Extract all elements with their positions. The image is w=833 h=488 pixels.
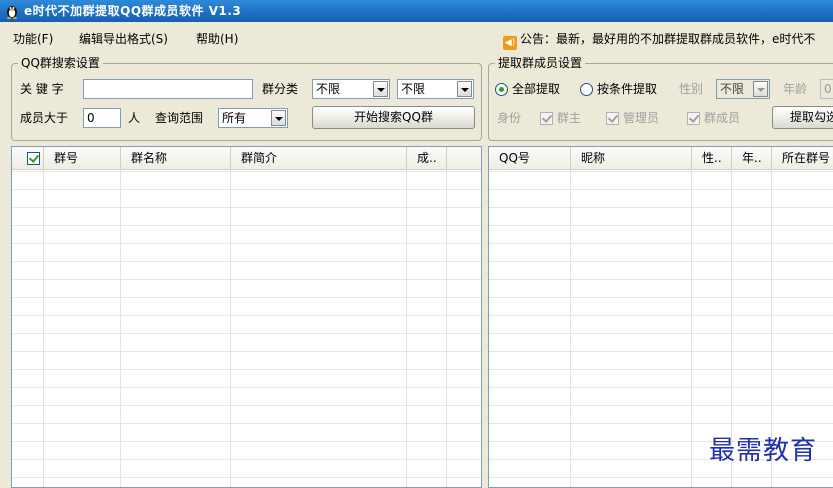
admin-checkbox[interactable]	[606, 112, 619, 125]
column-qq-number[interactable]: QQ号	[489, 147, 571, 169]
column-source-group[interactable]: 所在群号	[772, 147, 833, 169]
category-label: 群分类	[262, 82, 299, 96]
admin-label: 管理员	[623, 111, 660, 125]
category-select-1[interactable]: 不限	[312, 79, 390, 99]
gender-select-value: 不限	[720, 82, 745, 96]
chevron-down-icon[interactable]	[373, 81, 388, 97]
gender-select[interactable]: 不限	[716, 79, 770, 99]
search-settings-legend: QQ群搜索设置	[18, 55, 103, 71]
penguin-icon	[7, 6, 17, 19]
category-select-2-value: 不限	[401, 82, 426, 96]
notice-text: 公告：最新，最好用的不加群提取群成员软件，e时代不	[520, 32, 816, 46]
category-select-2[interactable]: 不限	[397, 79, 474, 99]
keyword-input[interactable]	[83, 79, 253, 99]
speaker-icon: ◀)	[503, 36, 517, 50]
category-select-1-value: 不限	[316, 82, 341, 96]
column-group-members[interactable]: 成..	[407, 147, 447, 169]
members-unit: 人	[128, 111, 141, 125]
column-age[interactable]: 年..	[732, 147, 772, 169]
role-label: 身份	[497, 111, 522, 125]
extract-conditional-radio[interactable]	[580, 83, 593, 96]
extract-all-label[interactable]: 全部提取	[512, 79, 560, 99]
extract-settings-legend: 提取群成员设置	[495, 55, 586, 71]
chevron-down-icon[interactable]	[753, 81, 768, 97]
chevron-down-icon[interactable]	[271, 110, 286, 126]
members-input[interactable]	[83, 108, 121, 128]
members-label: 成员大于	[20, 111, 69, 125]
gender-label: 性别	[679, 82, 704, 96]
search-settings-group: QQ群搜索设置	[11, 55, 482, 141]
extract-checked-button[interactable]: 提取勾选	[772, 106, 833, 129]
start-search-button[interactable]: 开始搜索QQ群	[312, 106, 475, 129]
chevron-down-icon[interactable]	[457, 81, 472, 97]
member-checkbox[interactable]	[687, 112, 700, 125]
owner-label: 群主	[557, 111, 582, 125]
column-nickname[interactable]: 昵称	[571, 147, 692, 169]
select-all-column	[12, 147, 44, 169]
notice-bar: ◀) 公告：最新，最好用的不加群提取群成员软件，e时代不	[503, 28, 833, 50]
watermark-text: 最需教育	[709, 436, 818, 466]
select-all-checkbox[interactable]	[27, 152, 40, 165]
window-title: e时代不加群提取QQ群成员软件 V1.3	[24, 4, 242, 18]
column-group-number[interactable]: 群号	[44, 147, 121, 169]
member-label: 群成员	[704, 111, 741, 125]
scope-select-value: 所有	[222, 111, 247, 125]
column-group-intro[interactable]: 群简介	[231, 147, 407, 169]
extract-all-radio[interactable]	[495, 83, 508, 96]
group-list-header: 群号 群名称 群简介 成..	[12, 147, 481, 170]
column-gender[interactable]: 性..	[692, 147, 732, 169]
extract-conditional-label[interactable]: 按条件提取	[597, 79, 657, 99]
scope-select[interactable]: 所有	[218, 108, 288, 128]
group-list-table[interactable]: 群号 群名称 群简介 成..	[11, 146, 482, 488]
menu-help[interactable]: 帮助(H)	[196, 28, 238, 50]
column-group-name[interactable]: 群名称	[121, 147, 231, 169]
member-list-header: QQ号 昵称 性.. 年.. 所在群号	[489, 147, 833, 170]
age-input[interactable]	[820, 79, 833, 99]
owner-checkbox[interactable]	[540, 112, 553, 125]
scope-label: 查询范围	[155, 111, 204, 125]
age-label: 年龄	[783, 82, 808, 96]
menu-function[interactable]: 功能(F)	[13, 28, 53, 50]
menu-edit-export-format[interactable]: 编辑导出格式(S)	[79, 28, 168, 50]
keyword-label: 关 键 字	[20, 82, 64, 96]
extract-settings-group: 提取群成员设置	[488, 55, 833, 141]
title-bar[interactable]: e时代不加群提取QQ群成员软件 V1.3	[0, 0, 833, 22]
